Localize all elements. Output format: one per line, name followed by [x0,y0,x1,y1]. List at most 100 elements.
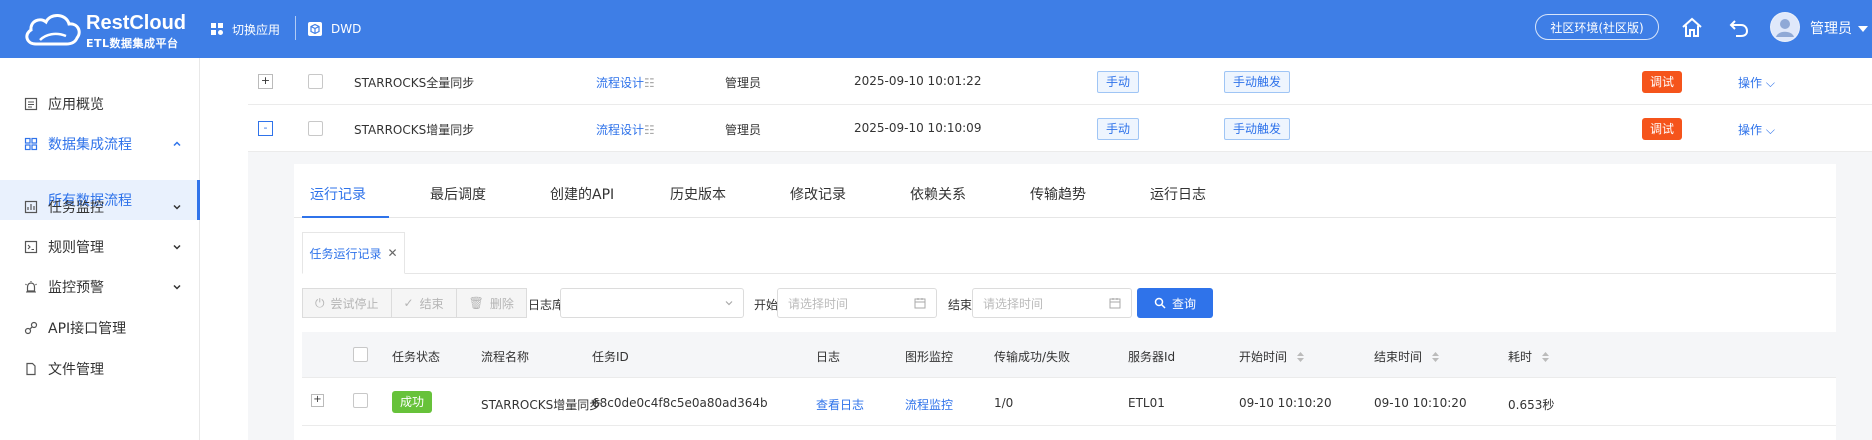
close-icon[interactable]: ✕ [387,246,397,260]
current-app[interactable]: DWD [307,18,361,40]
duration-header-label: 耗时 [1508,350,1533,364]
view-log-link[interactable]: 查看日志 [816,396,864,413]
sidebar-item-label: 数据集成流程 [48,137,132,153]
chevron-down-icon [725,301,733,306]
cube-icon [308,22,322,36]
start-placeholder: 请选择时间 [788,296,849,311]
detail-tabs: 运行记录 最后调度 创建的API 历史版本 修改记录 依赖关系 传输趋势 运行日… [294,164,1836,218]
run-records-table: 任务状态 流程名称 任务ID 日志 图形监控 传输成功/失败 服务器Id 开始时… [302,332,1836,440]
detail-card: 运行记录 最后调度 创建的API 历史版本 修改记录 依赖关系 传输趋势 运行日… [294,164,1836,440]
finish-button[interactable]: ✓ 结束 [391,288,457,318]
column-header-duration[interactable]: 耗时 [1508,348,1549,365]
column-header-start-time[interactable]: 开始时间 [1239,348,1304,365]
tab-transfer-trend[interactable]: 传输趋势 [1030,184,1086,204]
start-time-input[interactable]: 请选择时间 [777,288,937,318]
list-icon [24,97,38,111]
monitor-icon [24,200,38,214]
sidebar-item-task-monitor[interactable]: 任务监控 [0,187,200,227]
switch-app-button[interactable]: 切换应用 [210,18,280,40]
column-header-monitor: 图形监控 [905,350,954,364]
duration: 0.653秒 [1508,398,1555,412]
flow-design-link[interactable]: 流程设计☷ [596,121,655,138]
sidebar-item-data-flows[interactable]: 数据集成流程 [0,124,200,164]
home-icon[interactable] [1680,16,1704,40]
tab-history-versions[interactable]: 历史版本 [670,184,726,204]
user-name[interactable]: 管理员 [1810,18,1852,38]
sidebar-item-label: API接口管理 [48,321,127,337]
delete-button[interactable]: 🗑 删除 [456,288,527,318]
expand-row-button[interactable]: + [258,74,273,89]
end-placeholder: 请选择时间 [983,296,1044,311]
expand-row-button[interactable]: + [311,394,324,407]
action-button-group: ⏻ 尝试停止 ✓ 结束 🗑 删除 [302,288,527,318]
operations-dropdown[interactable]: 操作 ⌵ [1738,74,1775,91]
check-icon: ✓ [403,296,414,310]
logo[interactable]: RestCloud ETL数据集成平台 [22,8,190,50]
environment-badge[interactable]: 社区环境(社区版) [1535,14,1659,40]
column-header-status: 任务状态 [392,350,441,364]
row-checkbox[interactable] [308,121,323,136]
tab-run-records[interactable]: 运行记录 [310,184,366,204]
try-stop-button[interactable]: ⏻ 尝试停止 [302,288,392,318]
chevron-down-icon [173,244,181,250]
mode-tag: 手动 [1097,71,1140,93]
column-header-task-id: 任务ID [592,350,629,364]
sidebar-item-api[interactable]: API接口管理 [0,308,200,348]
sidebar-item-files[interactable]: 文件管理 [0,349,200,389]
end-time-input[interactable]: 请选择时间 [972,288,1132,318]
table-row[interactable]: + 成功 STARROCKS增量同步 68c0de0c4f8c5e0a80ad3… [302,378,1836,426]
brand-name: RestCloud [86,12,186,34]
tab-created-api[interactable]: 创建的API [550,184,614,204]
trigger-tag: 手动触发 [1224,118,1291,140]
file-icon [26,362,36,376]
flow-name: STARROCKS增量同步 [481,398,602,412]
tab-run-log[interactable]: 运行日志 [1150,184,1206,204]
log-db-select[interactable] [560,288,744,318]
finish-label: 结束 [419,296,444,311]
server-id: ETL01 [1128,396,1165,410]
sidebar-item-rules[interactable]: 规则管理 [0,227,200,267]
collapse-row-button[interactable]: - [258,121,273,136]
select-all-checkbox[interactable] [353,347,368,362]
back-icon[interactable] [1727,16,1751,40]
main-content: + STARROCKS全量同步 流程设计☷ 管理员 2025-09-10 10:… [200,58,1872,440]
cloud-logo-icon [25,14,81,46]
toolbar: ⏻ 尝试停止 ✓ 结束 🗑 删除 日志库: 开始: 请选择时间 结束: 请选择时… [302,288,1836,318]
caret-down-icon[interactable] [1858,26,1868,32]
flow-time: 2025-09-10 10:10:09 [854,121,982,135]
tab-change-log[interactable]: 修改记录 [790,184,846,204]
table-header: 任务状态 流程名称 任务ID 日志 图形监控 传输成功/失败 服务器Id 开始时… [302,332,1836,378]
row-checkbox[interactable] [353,393,368,408]
operations-dropdown[interactable]: 操作 ⌵ [1738,121,1775,138]
column-header-server: 服务器Id [1128,350,1176,364]
grid-icon: ☷ [644,76,655,90]
query-button[interactable]: 查询 [1137,288,1213,318]
alarm-icon [25,281,37,293]
flow-row[interactable]: + STARROCKS全量同步 流程设计☷ 管理员 2025-09-10 10:… [248,58,1872,105]
tab-task-run-records[interactable]: 任务运行记录 ✕ [302,232,405,274]
sidebar-item-alerts[interactable]: 监控预警 [0,267,200,307]
grid-icon [24,137,38,151]
calendar-icon [914,298,926,309]
debug-button[interactable]: 调试 [1642,71,1683,93]
subtab-label: 任务运行记录 [309,246,382,261]
search-icon [1154,297,1166,309]
flow-design-link[interactable]: 流程设计☷ [596,74,655,91]
tab-last-schedule[interactable]: 最后调度 [430,184,486,204]
end-time-header-label: 结束时间 [1374,350,1423,364]
sidebar-item-overview[interactable]: 应用概览 [0,84,200,124]
debug-button[interactable]: 调试 [1642,118,1683,140]
terminal-icon [24,240,38,254]
sort-icon [1541,352,1549,362]
avatar[interactable] [1770,12,1800,42]
flow-detail-panel: 运行记录 最后调度 创建的API 历史版本 修改记录 依赖关系 传输趋势 运行日… [248,152,1872,440]
flow-owner: 管理员 [725,76,762,90]
sort-icon [1296,352,1304,362]
api-icon [24,321,38,335]
flow-monitor-link[interactable]: 流程监控 [905,396,953,413]
sidebar-item-label: 文件管理 [48,362,104,378]
row-checkbox[interactable] [308,74,323,89]
tab-dependencies[interactable]: 依赖关系 [910,184,966,204]
column-header-end-time[interactable]: 结束时间 [1374,348,1439,365]
flow-row[interactable]: - STARROCKS增量同步 流程设计☷ 管理员 2025-09-10 10:… [248,105,1872,152]
